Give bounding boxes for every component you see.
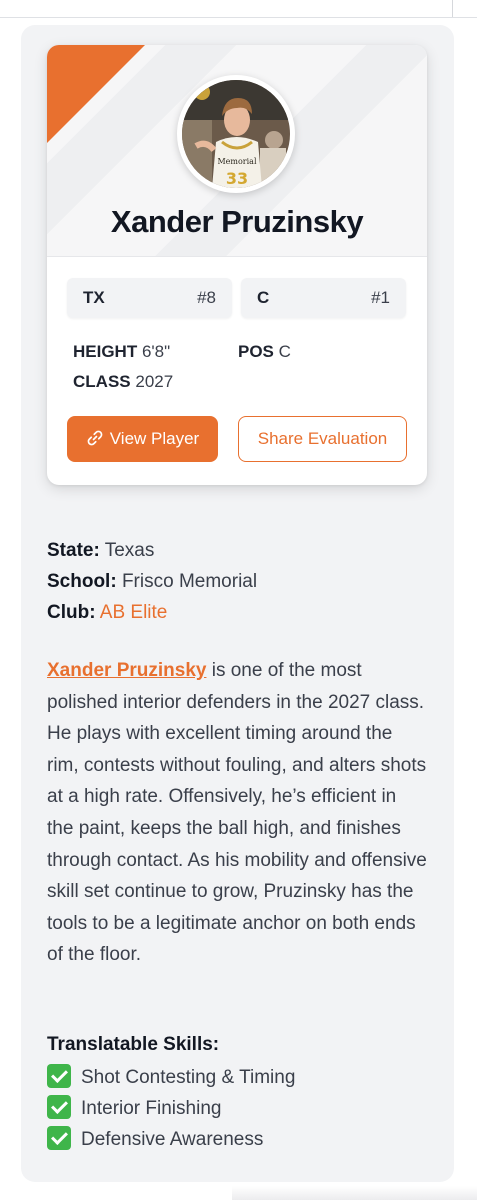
skill-label: Shot Contesting & Timing: [81, 1067, 296, 1089]
view-player-button[interactable]: View Player: [67, 416, 218, 462]
skills-title: Translatable Skills:: [47, 1034, 220, 1055]
player-card: Memorial 33 Xander Pruzinsky TX #8 C #1 …: [47, 45, 427, 485]
view-player-label: View Player: [109, 429, 200, 448]
class-value: 2027: [135, 372, 174, 391]
skill-item: Defensive Awareness: [47, 1126, 264, 1152]
chip-value: #8: [197, 288, 216, 307]
state-value: Texas: [104, 540, 155, 561]
evaluation-text: is one of the most polished interior def…: [47, 660, 427, 966]
skill-item: Interior Finishing: [47, 1095, 222, 1121]
skill-label: Defensive Awareness: [81, 1129, 264, 1151]
svg-text:Memorial: Memorial: [217, 157, 256, 166]
school-label: School:: [47, 571, 117, 592]
share-evaluation-label: Share Evaluation: [257, 429, 388, 448]
header-divider: [47, 256, 427, 257]
school-value: Frisco Memorial: [121, 571, 258, 592]
chip-label: C: [257, 288, 270, 307]
chip-value: #1: [371, 288, 390, 307]
class-attribute: CLASS 2027: [73, 371, 173, 393]
school-info: School: Frisco Memorial: [47, 570, 257, 594]
top-divider-tick: [452, 0, 453, 17]
position-rank-chip: C #1: [241, 278, 406, 318]
check-mark-icon: [47, 1064, 71, 1088]
height-label: HEIGHT: [73, 342, 138, 361]
skill-label: Interior Finishing: [81, 1098, 222, 1120]
club-info: Club: AB Elite: [47, 601, 167, 625]
player-photo-icon: Memorial 33: [182, 80, 290, 188]
player-name: Xander Pruzinsky: [110, 204, 364, 239]
avatar: Memorial 33: [177, 75, 295, 193]
height-attribute: HEIGHT 6'8": [73, 341, 170, 363]
top-divider: [0, 0, 477, 18]
check-mark-icon: [47, 1126, 71, 1150]
skill-item: Shot Contesting & Timing: [47, 1064, 296, 1090]
state-label: State:: [47, 540, 100, 561]
state-info: State: Texas: [47, 539, 154, 563]
class-label: CLASS: [73, 372, 131, 391]
pos-value: C: [278, 342, 291, 361]
share-evaluation-button[interactable]: Share Evaluation: [238, 416, 407, 462]
link-icon: [87, 430, 103, 446]
position-attribute: POS C: [238, 341, 291, 363]
club-link[interactable]: AB Elite: [100, 602, 168, 623]
corner-accent: [47, 45, 145, 143]
height-value: 6'8": [141, 342, 171, 361]
club-label: Club:: [47, 602, 96, 623]
state-rank-chip: TX #8: [67, 278, 232, 318]
pos-label: POS: [238, 342, 274, 361]
svg-text:33: 33: [226, 169, 248, 188]
player-name-link[interactable]: Xander Pruzinsky: [47, 660, 206, 681]
chip-label: TX: [83, 288, 105, 307]
check-mark-icon: [47, 1095, 71, 1119]
evaluation-paragraph: Xander Pruzinsky is one of the most poli…: [47, 655, 427, 971]
bottom-edge: [232, 1186, 477, 1200]
